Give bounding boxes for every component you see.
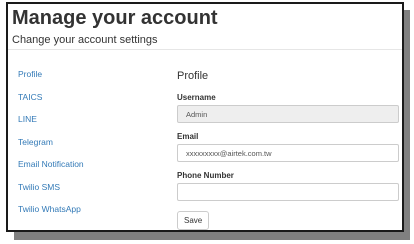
settings-sidebar: Profile TAICS LINE Telegram Email Notifi… bbox=[18, 68, 148, 226]
sidebar-item-profile[interactable]: Profile bbox=[18, 68, 148, 91]
email-label: Email bbox=[177, 132, 199, 141]
account-panel: Manage your account Change your account … bbox=[6, 2, 404, 232]
sidebar-item-line[interactable]: LINE bbox=[18, 113, 148, 136]
page-title: Manage your account bbox=[12, 7, 218, 29]
sidebar-item-email-notification[interactable]: Email Notification bbox=[18, 158, 148, 181]
username-label: Username bbox=[177, 93, 216, 102]
sidebar-item-twilio-whatsapp[interactable]: Twilio WhatsApp bbox=[18, 203, 148, 226]
username-field bbox=[177, 105, 399, 123]
email-field[interactable] bbox=[177, 144, 399, 162]
save-button[interactable]: Save bbox=[177, 211, 210, 230]
phone-label: Phone Number bbox=[177, 171, 234, 180]
page-header: Manage your account Change your account … bbox=[8, 4, 402, 50]
section-title: Profile bbox=[177, 70, 209, 82]
sidebar-item-taics[interactable]: TAICS bbox=[18, 91, 148, 114]
phone-number-field[interactable] bbox=[177, 183, 399, 201]
sidebar-item-telegram[interactable]: Telegram bbox=[18, 136, 148, 159]
page-subtitle: Change your account settings bbox=[12, 34, 158, 46]
profile-form: Profile Username Email Phone Number Save bbox=[177, 70, 399, 230]
sidebar-item-twilio-sms[interactable]: Twilio SMS bbox=[18, 181, 148, 204]
